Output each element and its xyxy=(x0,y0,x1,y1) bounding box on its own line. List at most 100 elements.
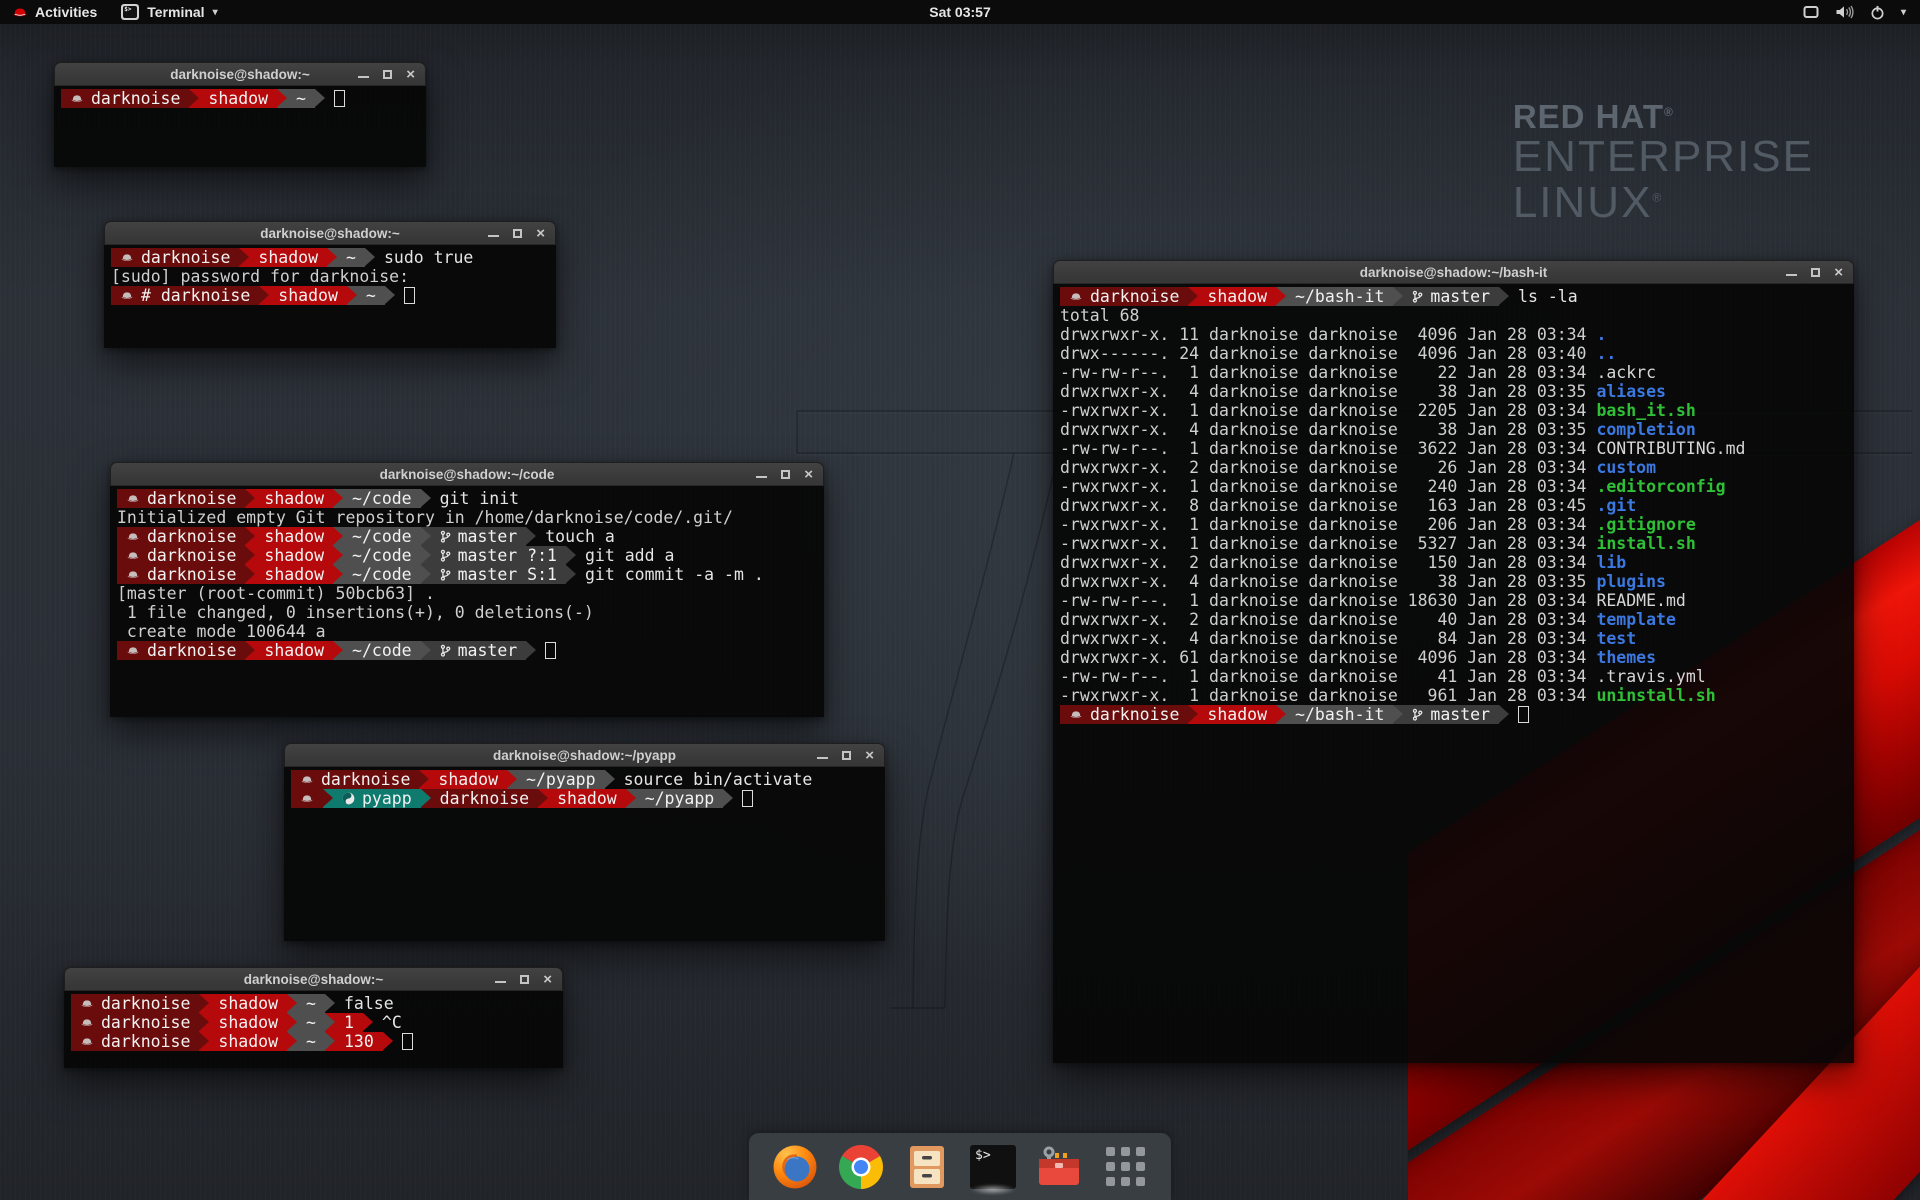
titlebar[interactable]: darknoise@shadow:~ × xyxy=(64,967,563,991)
prompt-segment-path: ~/code xyxy=(343,641,421,660)
prompt-segment-host: shadow xyxy=(429,770,507,789)
maximize-button[interactable] xyxy=(1811,268,1820,277)
terminal-content[interactable]: darknoiseshadow~/bash-itmasterls -latota… xyxy=(1053,284,1854,1063)
terminal-line: darknoiseshadow~/codegit init xyxy=(117,489,824,508)
ls-row: drwxrwxr-x. 61 darknoise darknoise 4096 … xyxy=(1060,648,1656,667)
terminal-content[interactable]: darknoiseshadow~ xyxy=(54,86,426,167)
command-text: git init xyxy=(431,489,519,508)
powerline-arrow xyxy=(1393,705,1403,724)
prompt-segment-user: darknoise xyxy=(1060,287,1188,306)
close-button[interactable]: × xyxy=(406,67,415,82)
titlebar[interactable]: darknoise@shadow:~/pyapp × xyxy=(284,743,885,767)
terminal-line: darknoiseshadow~1^C xyxy=(71,1013,563,1032)
minimize-button[interactable] xyxy=(488,235,499,237)
terminal-line: create mode 100644 a xyxy=(117,622,824,641)
maximize-button[interactable] xyxy=(781,470,790,479)
close-button[interactable]: × xyxy=(865,748,874,763)
command-text: git commit -a -m . xyxy=(576,565,764,584)
terminal-line: darknoiseshadow~/codemaster xyxy=(117,641,824,660)
powerline-arrow xyxy=(323,789,333,808)
maximize-button[interactable] xyxy=(842,751,851,760)
maximize-button[interactable] xyxy=(513,229,522,238)
terminal-window-code: darknoise@shadow:~/code × darknoiseshado… xyxy=(110,462,824,717)
command-text: source bin/activate xyxy=(615,770,813,789)
system-status-area[interactable]: ▾ xyxy=(1789,0,1920,24)
terminal-line: [master (root-commit) 50bcb63] . xyxy=(117,584,824,603)
terminal-app-icon: $> xyxy=(121,4,139,20)
chrome-icon xyxy=(837,1143,885,1191)
close-button[interactable]: × xyxy=(1834,265,1843,280)
window-title: darknoise@shadow:~/bash-it xyxy=(1054,261,1853,283)
terminal-content[interactable]: darknoiseshadow~/pyappsource bin/activat… xyxy=(284,767,885,941)
powerline-arrow xyxy=(566,546,576,565)
titlebar[interactable]: darknoise@shadow:~ × xyxy=(54,62,426,86)
terminal-content[interactable]: darknoiseshadow~falsedarknoiseshadow~1^C… xyxy=(64,991,563,1068)
powerline-arrow xyxy=(333,527,343,546)
app-menu-terminal[interactable]: $> Terminal ▾ xyxy=(109,0,229,24)
dock-item-terminal[interactable]: $> xyxy=(969,1141,1017,1193)
terminal-line: -rw-rw-r--. 1 darknoise darknoise 3622 J… xyxy=(1060,439,1854,458)
git-branch-icon xyxy=(440,568,451,581)
powerline-arrow xyxy=(199,1013,209,1032)
ls-row: drwxrwxr-x. 4 darknoise darknoise 38 Jan… xyxy=(1060,382,1666,401)
dock-item-files[interactable] xyxy=(903,1141,951,1193)
dock-item-firefox[interactable] xyxy=(771,1141,819,1193)
prompt-segment-path: ~ xyxy=(337,248,365,267)
prompt-segment-host: shadow xyxy=(1198,705,1276,724)
prompt-segment-user: darknoise xyxy=(71,994,199,1013)
toolbox-icon xyxy=(1035,1143,1083,1191)
output-text: Initialized empty Git repository in /hom… xyxy=(117,508,733,527)
terminal-line: darknoiseshadow~false xyxy=(71,994,563,1013)
minimize-button[interactable] xyxy=(1786,274,1797,276)
terminal-line: drwxrwxr-x. 8 darknoise darknoise 163 Ja… xyxy=(1060,496,1854,515)
prompt-segment-host: shadow xyxy=(548,789,626,808)
powerline-arrow xyxy=(259,286,269,305)
redhat-icon xyxy=(80,998,94,1009)
dock-item-app-grid[interactable] xyxy=(1101,1141,1149,1193)
powerline-arrow xyxy=(383,1032,393,1051)
powerline-arrow xyxy=(325,1032,335,1051)
redhat-icon xyxy=(120,252,134,263)
output-text: 1 file changed, 0 insertions(+), 0 delet… xyxy=(117,603,594,622)
file-name: .editorconfig xyxy=(1596,477,1725,496)
dock-item-toolbox[interactable] xyxy=(1035,1141,1083,1193)
minimize-button[interactable] xyxy=(358,76,369,78)
close-button[interactable]: × xyxy=(543,972,552,987)
terminal-line: darknoiseshadow~130 xyxy=(71,1032,563,1051)
activities-button[interactable]: Activities xyxy=(0,0,109,24)
terminal-line: drwxrwxr-x. 4 darknoise darknoise 38 Jan… xyxy=(1060,382,1854,401)
titlebar[interactable]: darknoise@shadow:~/bash-it × xyxy=(1053,260,1854,284)
terminal-content[interactable]: darknoiseshadow~/codegit initInitialized… xyxy=(110,486,824,717)
minimize-button[interactable] xyxy=(756,476,767,478)
titlebar[interactable]: darknoise@shadow:~ × xyxy=(104,221,556,245)
file-name: . xyxy=(1596,325,1606,344)
clock[interactable]: Sat 03:57 xyxy=(929,0,990,24)
titlebar[interactable]: darknoise@shadow:~/code × xyxy=(110,462,824,486)
terminal-line: drwxrwxr-x. 4 darknoise darknoise 38 Jan… xyxy=(1060,420,1854,439)
maximize-button[interactable] xyxy=(383,70,392,79)
prompt-segment-host: shadow xyxy=(209,1013,287,1032)
powerline-arrow xyxy=(325,994,335,1013)
powerline-arrow xyxy=(419,770,429,789)
terminal-content[interactable]: darknoiseshadow~sudo true[sudo] password… xyxy=(104,245,556,348)
terminal-line: drwxrwxr-x. 61 darknoise darknoise 4096 … xyxy=(1060,648,1854,667)
prompt-segment-exit: 1 xyxy=(335,1013,363,1032)
redhat-icon xyxy=(126,645,140,656)
maximize-button[interactable] xyxy=(520,975,529,984)
redhat-icon xyxy=(120,290,134,301)
file-name: themes xyxy=(1596,648,1656,667)
git-branch-icon xyxy=(1412,290,1423,303)
caret-down-icon: ▾ xyxy=(213,7,218,18)
terminal-line: -rw-rw-r--. 1 darknoise darknoise 41 Jan… xyxy=(1060,667,1854,686)
minimize-button[interactable] xyxy=(817,757,828,759)
prompt-segment-branch: master S:1 xyxy=(431,565,566,584)
minimize-button[interactable] xyxy=(495,981,506,983)
redhat-icon xyxy=(1069,709,1083,720)
git-branch-icon xyxy=(1412,708,1423,721)
dock-item-chrome[interactable] xyxy=(837,1141,885,1193)
powerline-arrow xyxy=(347,286,357,305)
close-button[interactable]: × xyxy=(536,226,545,241)
app-menu-label: Terminal xyxy=(147,4,204,20)
close-button[interactable]: × xyxy=(804,467,813,482)
file-name: README.md xyxy=(1596,591,1685,610)
